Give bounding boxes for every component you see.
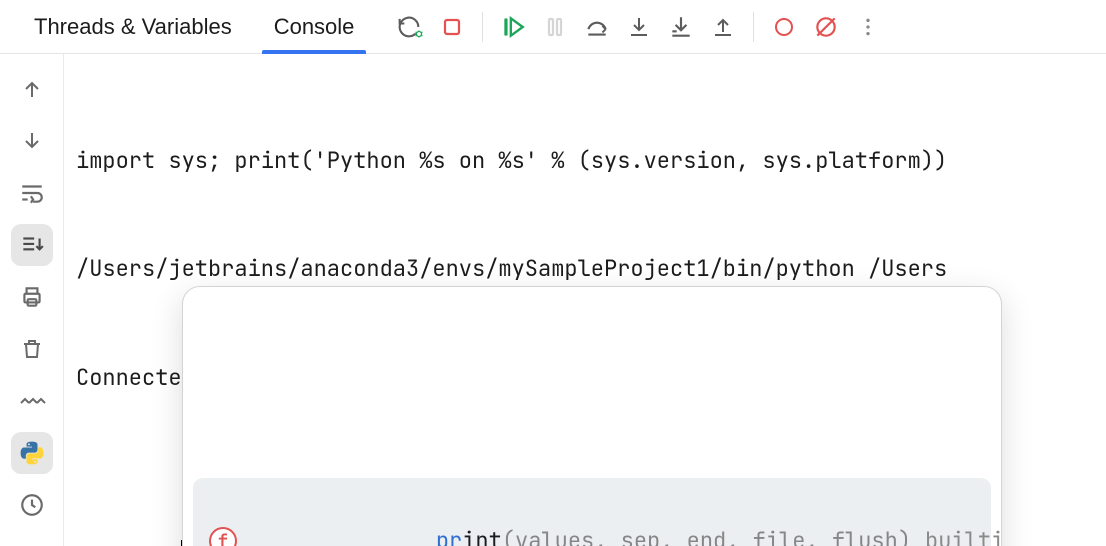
separator [753,12,754,42]
step-out-icon[interactable] [705,9,741,45]
debug-body: import sys; print('Python %s on %s' % (s… [0,54,1106,546]
console-side-rail [0,54,64,546]
tab-console[interactable]: Console [256,0,373,54]
scroll-to-end-icon[interactable] [11,224,53,266]
step-into-icon[interactable] [621,9,657,45]
rerun-icon[interactable] [392,9,428,45]
autocomplete-popup: f print(values, sep, end, file, flush) b… [182,286,1002,546]
mute-breakpoints-icon[interactable] [808,9,844,45]
clear-all-icon[interactable] [11,328,53,370]
view-breakpoints-icon[interactable] [766,9,802,45]
resume-icon[interactable] [495,9,531,45]
console-line: /Users/jetbrains/anaconda3/envs/mySample… [76,251,1096,287]
completion-text: print(values, sep, end, file, flush) [251,486,911,546]
completion-source: builtins [925,523,1002,546]
debug-topbar: Threads & Variables Console [0,0,1106,54]
new-watch-icon[interactable] [11,380,53,422]
scroll-up-icon[interactable] [11,68,53,110]
console-line: import sys; print('Python %s on %s' % (s… [76,143,1096,179]
prompt-typed-text: pr [155,536,181,546]
prompt-symbol: >>> [76,536,155,546]
console-output[interactable]: import sys; print('Python %s on %s' % (s… [64,54,1106,546]
step-over-icon[interactable] [579,9,615,45]
scroll-down-icon[interactable] [11,120,53,162]
history-icon[interactable] [11,484,53,526]
pause-icon [537,9,573,45]
stop-icon[interactable] [434,9,470,45]
python-console-icon[interactable] [11,432,53,474]
soft-wrap-icon[interactable] [11,172,53,214]
autocomplete-list: f print(values, sep, end, file, flush) b… [183,360,1001,546]
print-icon[interactable] [11,276,53,318]
separator [482,12,483,42]
step-into-my-code-icon[interactable] [663,9,699,45]
more-actions-icon[interactable] [850,9,886,45]
autocomplete-item[interactable]: f print(values, sep, end, file, flush) b… [193,478,991,546]
function-badge-icon: f [209,527,237,546]
tab-threads-variables[interactable]: Threads & Variables [16,0,250,54]
